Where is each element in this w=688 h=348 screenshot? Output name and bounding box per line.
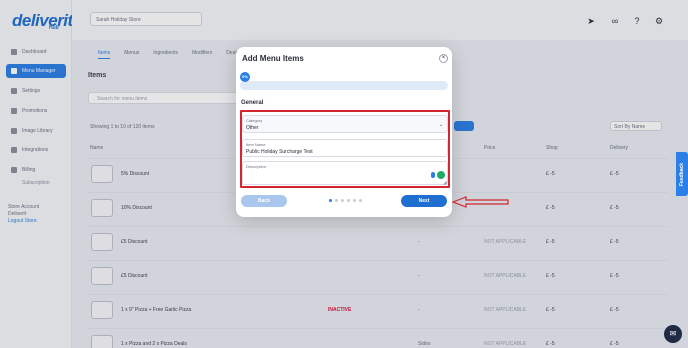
- chat-icon[interactable]: ✉: [664, 325, 682, 343]
- step-dot: [353, 199, 356, 202]
- annotation-arrow-icon: [452, 196, 509, 208]
- annotation-highlight-box: [240, 110, 450, 188]
- feedback-tab[interactable]: Feedback: [676, 152, 688, 196]
- modal-title: Add Menu Items: [242, 54, 304, 63]
- add-menu-items-modal: Add Menu Items × 0% General Category Oth…: [236, 47, 452, 217]
- next-button[interactable]: Next: [401, 195, 447, 207]
- back-button[interactable]: Back: [241, 195, 287, 207]
- step-indicator: [329, 199, 362, 202]
- step-dot: [341, 199, 344, 202]
- progress-badge: 0%: [240, 72, 250, 82]
- step-dot: [329, 199, 332, 202]
- close-button[interactable]: ×: [439, 54, 448, 63]
- step-dot: [359, 199, 362, 202]
- step-dot: [347, 199, 350, 202]
- section-title: General: [241, 100, 264, 106]
- step-dot: [335, 199, 338, 202]
- progress-bar: 0%: [240, 72, 448, 90]
